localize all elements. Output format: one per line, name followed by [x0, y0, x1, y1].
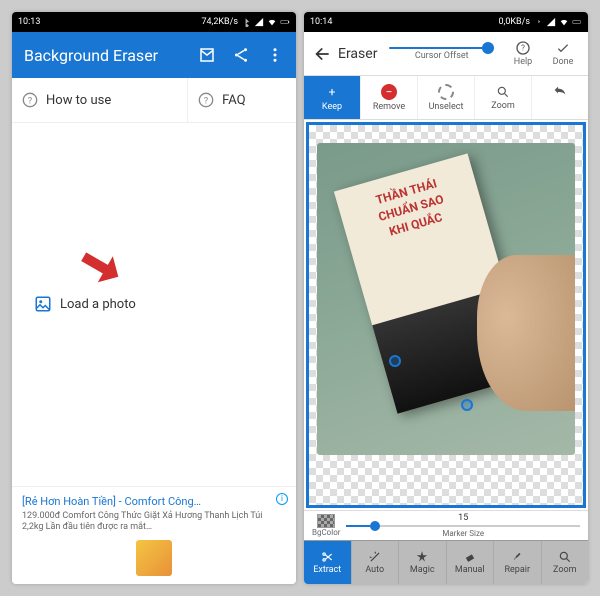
more-icon[interactable] — [266, 46, 284, 64]
back-icon[interactable] — [312, 44, 332, 64]
status-net: 74,2KB/s — [201, 17, 238, 27]
hand-object — [477, 255, 575, 411]
app-bar: Background Eraser — [12, 32, 296, 78]
magic-tab[interactable]: Magic — [399, 541, 447, 584]
ad-description: 129.000đ Comfort Công Thức Giặt Xả Hương… — [22, 511, 286, 534]
marker-size-slider[interactable]: 15 Marker Size — [346, 513, 580, 538]
cursor-offset-label: Cursor Offset — [415, 51, 469, 61]
faq-label: FAQ — [222, 93, 245, 108]
share-icon[interactable] — [232, 46, 250, 64]
photo-icon — [34, 295, 52, 313]
bluetooth-icon — [533, 17, 543, 27]
editor-canvas[interactable]: THẦN THÁI CHUẨN SAO KHI QUẮC — [306, 122, 586, 508]
ad-banner[interactable]: i [Rẻ Hơn Hoàn Tiền] - Comfort Công… 129… — [12, 486, 296, 584]
help-icon: ? — [515, 40, 531, 56]
check-icon — [555, 40, 571, 56]
phone-right: 10:14 0,0KB/s Eraser Cursor Offset ? Hel… — [304, 12, 588, 584]
status-bar: 10:14 0,0KB/s — [304, 12, 588, 32]
screen-title: Eraser — [338, 46, 377, 62]
battery-icon — [572, 17, 582, 27]
zoom-icon — [496, 85, 510, 99]
ad-info-icon[interactable]: i — [276, 493, 288, 505]
ad-title: [Rẻ Hơn Hoàn Tiền] - Comfort Công… — [22, 495, 286, 508]
howto-label: How to use — [46, 93, 111, 108]
status-net: 0,0KB/s — [499, 17, 531, 27]
load-area: Load a photo — [12, 123, 296, 486]
marker-row: BgColor 15 Marker Size — [304, 510, 588, 540]
app-title: Background Eraser — [24, 46, 158, 65]
svg-text:?: ? — [204, 95, 209, 106]
cursor-offset-slider[interactable]: Cursor Offset — [383, 47, 500, 61]
marker-value: 15 — [458, 513, 468, 523]
help-row: ? How to use ? FAQ — [12, 78, 296, 123]
faq-button[interactable]: ? FAQ — [188, 78, 296, 122]
auto-tab[interactable]: Auto — [352, 541, 400, 584]
undo-button[interactable] — [532, 76, 588, 119]
repair-tab[interactable]: Repair — [494, 541, 542, 584]
top-bar: Eraser Cursor Offset ? Help Done — [304, 32, 588, 76]
keep-tool[interactable]: +Keep — [304, 76, 361, 119]
undo-icon — [552, 84, 568, 100]
wifi-icon — [267, 17, 277, 27]
svg-text:?: ? — [521, 44, 525, 53]
bottom-bar: Extract Auto Magic Manual Repair Zoom — [304, 540, 588, 584]
bgcolor-button[interactable]: BgColor — [312, 514, 340, 537]
wand-icon — [368, 550, 382, 564]
question-icon: ? — [22, 92, 38, 108]
zoom-icon — [558, 550, 572, 564]
wifi-icon — [559, 17, 569, 27]
svg-text:?: ? — [28, 95, 33, 106]
remove-tool[interactable]: −Remove — [361, 76, 418, 119]
phone-left: 10:13 74,2KB/s Background Eraser ? How t… — [12, 12, 296, 584]
howto-button[interactable]: ? How to use — [12, 78, 188, 122]
mail-icon[interactable] — [198, 46, 216, 64]
ad-image — [136, 540, 172, 576]
star-icon — [415, 550, 429, 564]
signal-icon — [546, 17, 556, 27]
eraser-icon — [463, 550, 477, 564]
battery-icon — [280, 17, 290, 27]
unselect-tool[interactable]: Unselect — [418, 76, 475, 119]
zoom-tool[interactable]: Zoom — [475, 76, 532, 119]
status-time: 10:14 — [310, 17, 332, 27]
question-icon: ? — [198, 92, 214, 108]
status-bar: 10:13 74,2KB/s — [12, 12, 296, 32]
done-button[interactable]: Done — [546, 40, 580, 67]
loaded-photo: THẦN THÁI CHUẨN SAO KHI QUẮC — [317, 143, 575, 455]
manual-tab[interactable]: Manual — [447, 541, 495, 584]
extract-tab[interactable]: Extract — [304, 541, 352, 584]
tutorial-arrow — [60, 222, 144, 307]
signal-icon — [254, 17, 264, 27]
scissors-icon — [320, 550, 334, 564]
help-button[interactable]: ? Help — [506, 40, 540, 67]
status-time: 10:13 — [18, 17, 40, 27]
tool-bar: +Keep −Remove Unselect Zoom — [304, 76, 588, 120]
brush-icon — [510, 550, 524, 564]
zoom-tab[interactable]: Zoom — [542, 541, 589, 584]
marker-label: Marker Size — [442, 529, 484, 538]
selection-handle[interactable] — [461, 399, 473, 411]
bluetooth-icon — [241, 17, 251, 27]
